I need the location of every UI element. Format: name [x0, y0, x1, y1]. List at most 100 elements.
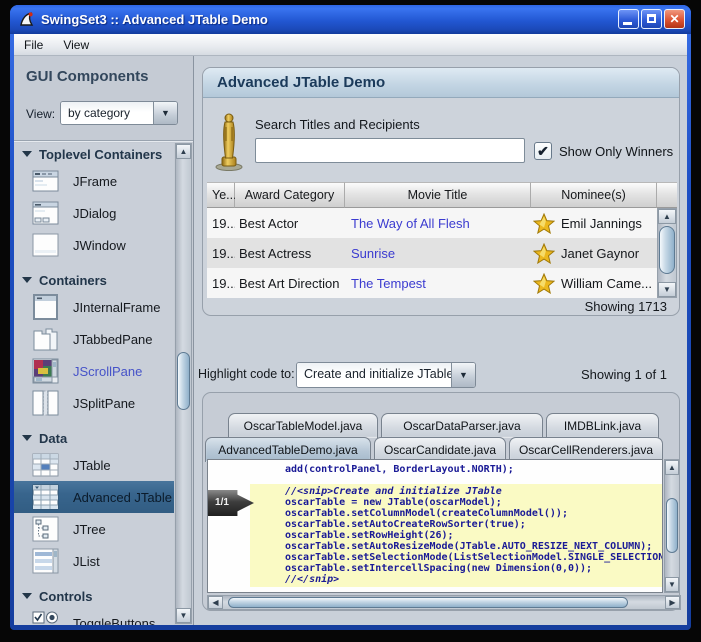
collapse-triangle-icon — [22, 435, 32, 441]
view-combobox[interactable]: by category ▼ — [60, 101, 178, 125]
jsplitpane-icon — [32, 390, 59, 416]
table-row[interactable]: 19... Best Actress Sunrise Janet Gaynor — [207, 238, 677, 268]
togglebuttons-icon — [32, 610, 59, 625]
code-panel: OscarTableModel.java OscarDataParser.jav… — [202, 392, 680, 611]
sidebar-item-jdialog[interactable]: JDialog — [14, 197, 174, 229]
table-scrollbar[interactable]: ▲ ▼ — [657, 208, 677, 298]
cell-nominee: William Came... — [561, 276, 652, 291]
code-vertical-scrollbar[interactable]: ▲ ▼ — [664, 459, 680, 593]
highlight-code-label: Highlight code to: — [198, 367, 295, 381]
sidebar-item-jtable[interactable]: JTable — [14, 449, 174, 481]
code-line-comment: //</snip> — [285, 574, 662, 585]
scroll-down-icon[interactable]: ▼ — [176, 608, 191, 623]
winner-star-icon — [533, 213, 555, 234]
menu-view[interactable]: View — [53, 35, 99, 55]
sidebar-item-jframe[interactable]: JFrame — [14, 165, 174, 197]
column-header-award-category[interactable]: Award Category — [235, 182, 345, 208]
section-data[interactable]: Data — [14, 427, 174, 449]
table-row[interactable]: 19... Best Art Direction The Tempest Wil… — [207, 268, 677, 298]
column-header-year[interactable]: Ye... — [207, 182, 235, 208]
oscars-table: Ye... Award Category Movie Title Nominee… — [207, 182, 677, 298]
code-line-comment: //<snip>Create and initialize JTable — [285, 486, 662, 497]
sidebar-item-jtree[interactable]: JTree — [14, 513, 174, 545]
section-controls[interactable]: Controls — [14, 585, 174, 607]
cell-movie-link[interactable]: Sunrise — [345, 246, 531, 261]
collapse-triangle-icon — [22, 593, 32, 599]
code-hscrollbar-thumb[interactable] — [228, 597, 628, 608]
scroll-left-icon[interactable]: ◀ — [208, 596, 223, 609]
sidebar-item-togglebuttons[interactable]: ToggleButtons — [14, 607, 174, 625]
scroll-up-icon[interactable]: ▲ — [176, 144, 191, 159]
sidebar-item-jwindow[interactable]: JWindow — [14, 229, 174, 261]
demo-title: Advanced JTable Demo — [217, 74, 385, 91]
tab-oscardataparser[interactable]: OscarDataParser.java — [381, 413, 543, 438]
code-line: oscarTable.setAutoCreateRowSorter(true); — [285, 519, 662, 530]
close-icon: ✕ — [665, 10, 684, 28]
code-line: oscarTable.setAutoResizeMode(JTable.AUTO… — [285, 541, 662, 552]
cell-year: 19... — [207, 216, 235, 231]
cell-movie-link[interactable]: The Way of All Flesh — [345, 216, 531, 231]
restore-icon — [647, 14, 656, 23]
search-label: Search Titles and Recipients — [255, 117, 420, 132]
sidebar-item-jscrollpane[interactable]: JScrollPane — [14, 355, 174, 387]
main-area: Advanced JTable Demo Search Titles — [194, 56, 687, 625]
tab-oscartablemodel[interactable]: OscarTableModel.java — [228, 413, 378, 438]
code-viewer[interactable]: add(controlPanel, BorderLayout.NORTH); /… — [207, 459, 663, 593]
highlight-combobox-button[interactable]: ▼ — [451, 363, 475, 387]
table-row[interactable]: 19... Best Actor The Way of All Flesh Em… — [207, 208, 677, 238]
close-button[interactable]: ✕ — [664, 9, 685, 29]
view-label: View: — [26, 107, 55, 121]
component-list: Toplevel Containers JFrame JDialog — [14, 143, 174, 625]
code-line: oscarTable.setColumnModel(createColumnMo… — [285, 508, 662, 519]
menu-file[interactable]: File — [14, 35, 53, 55]
demo-panel: Advanced JTable Demo Search Titles — [202, 67, 680, 316]
minimize-button[interactable] — [618, 9, 639, 29]
sidebar-title: GUI Components — [26, 68, 149, 85]
code-horizontal-scrollbar[interactable]: ◀ ▶ — [207, 595, 681, 610]
snippet-marker-arrow: 1/1 — [208, 490, 254, 516]
column-header-nominees[interactable]: Nominee(s) — [531, 182, 657, 208]
scroll-down-icon[interactable]: ▼ — [658, 282, 676, 297]
code-line: oscarTable.setIntercellSpacing(new Dimen… — [285, 563, 662, 574]
highlighted-code-block: //<snip>Create and initialize JTable osc… — [250, 484, 662, 587]
code-line: add(controlPanel, BorderLayout.NORTH); — [285, 464, 514, 475]
section-containers[interactable]: Containers — [14, 269, 174, 291]
winner-star-icon — [533, 273, 555, 294]
table-status: Showing 1713 — [585, 299, 667, 314]
jlist-icon — [32, 548, 59, 574]
view-combobox-value: by category — [61, 102, 153, 124]
sidebar-item-jsplitpane[interactable]: JSplitPane — [14, 387, 174, 419]
search-input[interactable] — [255, 138, 525, 163]
app-window: SwingSet3 :: Advanced JTable Demo ✕ File… — [10, 5, 691, 630]
checkmark-icon: ✔ — [537, 143, 549, 159]
scroll-up-icon[interactable]: ▲ — [665, 460, 679, 475]
duke-app-icon — [18, 11, 35, 28]
sidebar-scrollbar[interactable]: ▲ ▼ — [175, 143, 192, 624]
show-only-winners-checkbox[interactable]: ✔ — [534, 142, 552, 160]
chevron-down-icon: ▼ — [161, 108, 170, 118]
cell-movie-link[interactable]: The Tempest — [345, 276, 531, 291]
sidebar-item-jtabbedpane[interactable]: JTabbedPane — [14, 323, 174, 355]
column-header-movie-title[interactable]: Movie Title — [345, 182, 531, 208]
collapse-triangle-icon — [22, 151, 32, 157]
restore-button[interactable] — [641, 9, 662, 29]
column-header-spacer — [657, 182, 677, 208]
scroll-right-icon[interactable]: ▶ — [665, 596, 680, 609]
highlight-code-combobox[interactable]: Create and initialize JTable ▼ — [296, 362, 476, 388]
sidebar-item-jinternalframe[interactable]: JInternalFrame — [14, 291, 174, 323]
tab-imdblink[interactable]: IMDBLink.java — [546, 413, 659, 438]
code-line: oscarTable.setSelectionMode(ListSelectio… — [285, 552, 662, 563]
code-showing-status: Showing 1 of 1 — [581, 367, 667, 382]
table-scrollbar-thumb[interactable] — [659, 226, 675, 274]
scroll-up-icon[interactable]: ▲ — [658, 209, 676, 224]
view-combobox-button[interactable]: ▼ — [153, 102, 177, 124]
code-vscrollbar-thumb[interactable] — [666, 498, 678, 553]
title-bar[interactable]: SwingSet3 :: Advanced JTable Demo ✕ — [10, 5, 691, 34]
scroll-down-icon[interactable]: ▼ — [665, 577, 679, 592]
sidebar-item-advanced-jtable[interactable]: Advanced JTable — [14, 481, 174, 513]
jtabbedpane-icon — [32, 326, 59, 352]
sidebar-scrollbar-thumb[interactable] — [177, 352, 190, 410]
sidebar-item-jlist[interactable]: JList — [14, 545, 174, 577]
cell-nominee: Janet Gaynor — [561, 246, 639, 261]
section-toplevel-containers[interactable]: Toplevel Containers — [14, 143, 174, 165]
